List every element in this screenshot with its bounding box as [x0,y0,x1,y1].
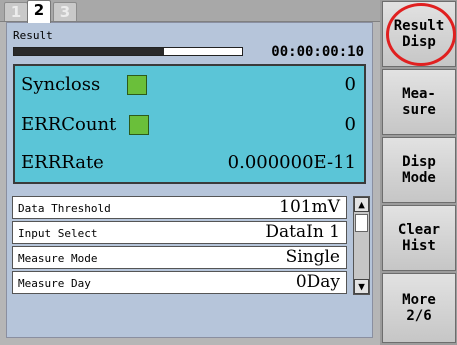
errcount-row: ERRCount 0 [21,110,356,142]
setting-label: Measure Mode [18,252,98,265]
scroll-up-icon[interactable]: ▲ [354,197,369,212]
errrate-label: ERRRate [21,152,104,173]
more-button[interactable]: More 2/6 [382,273,456,343]
setting-value: 0Day [295,272,340,292]
measure-button[interactable]: Mea- sure [382,69,456,135]
settings-list: Data Threshold 101mV Input Select DataIn… [12,196,347,316]
result-disp-button[interactable]: Result Disp [382,1,456,67]
scroll-down-icon[interactable]: ▼ [354,279,369,294]
errrate-row: ERRRate 0.000000E-11 [21,148,356,180]
syncloss-label: Syncloss [21,74,101,95]
setting-value: 101mV [279,197,340,217]
list-item[interactable]: Measure Day 0Day [12,271,347,294]
result-box: Syncloss 0 ERRCount 0 ERRRate 0.000000E-… [13,64,366,184]
syncloss-row: Syncloss 0 [21,70,356,102]
clear-hist-button[interactable]: Clear Hist [382,205,456,271]
tab-3[interactable]: 3 [53,2,77,22]
softkey-column: Result Disp Mea- sure Disp Mode Clear Hi… [380,0,457,345]
list-item[interactable]: Input Select DataIn 1 [12,221,347,244]
setting-label: Data Threshold [18,202,111,215]
disp-mode-button[interactable]: Disp Mode [382,137,456,203]
errcount-indicator-icon [129,115,149,135]
measurement-progress-bar [13,47,243,56]
errcount-value: 0 [344,114,356,135]
scroll-thumb[interactable] [355,214,368,232]
syncloss-value: 0 [344,74,356,95]
setting-label: Input Select [18,227,98,240]
setting-value: Single [285,247,340,267]
tab-1[interactable]: 1 [4,2,28,22]
list-item[interactable]: Measure Mode Single [12,246,347,269]
elapsed-time: 00:00:00:10 [271,44,364,60]
progress-fill [14,48,165,55]
tab-strip: 1 2 3 [0,0,380,23]
settings-scrollbar[interactable]: ▲ ▼ [353,196,370,295]
setting-value: DataIn 1 [265,222,340,242]
syncloss-indicator-icon [127,75,147,95]
result-title: Result [13,29,53,42]
setting-label: Measure Day [18,277,91,290]
errrate-value: 0.000000E-11 [227,152,356,173]
errcount-label: ERRCount [21,114,117,135]
list-item[interactable]: Data Threshold 101mV [12,196,347,219]
tab-2[interactable]: 2 [27,0,51,23]
